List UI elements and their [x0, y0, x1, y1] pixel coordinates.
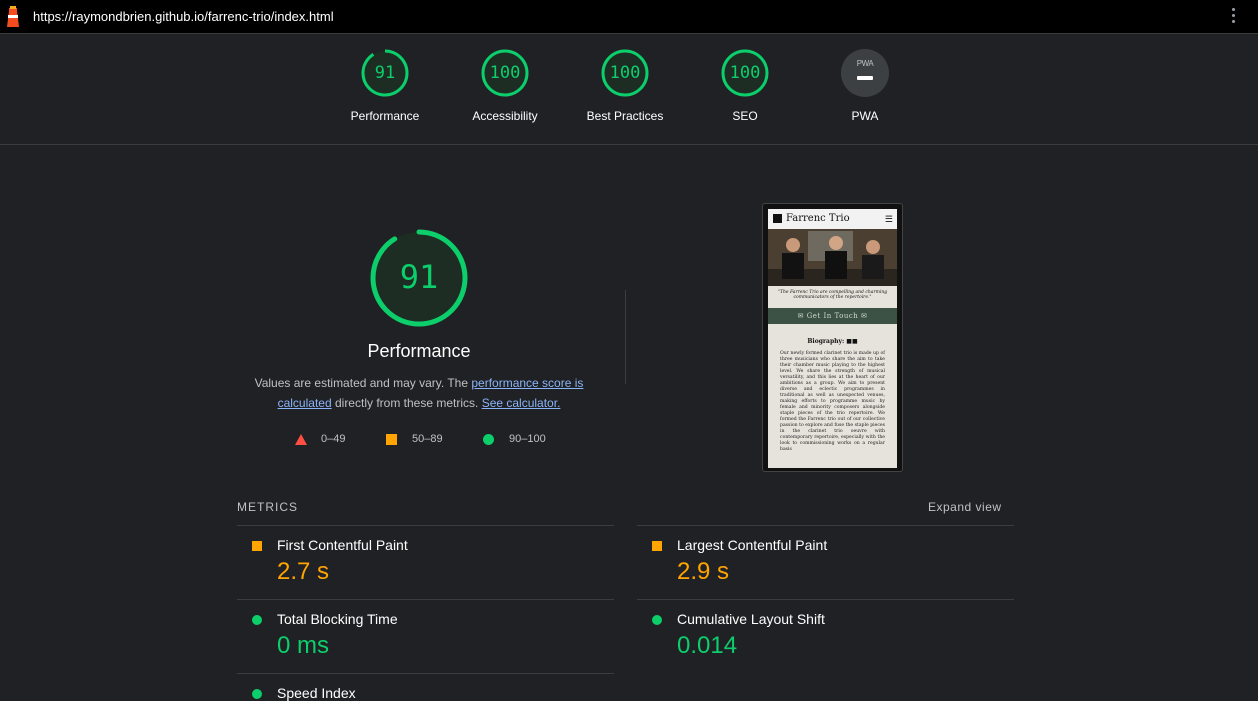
metrics-heading: METRICS — [237, 500, 298, 514]
lighthouse-logo-icon — [7, 6, 19, 27]
pass-circle-icon — [252, 615, 262, 625]
gauge-label: Accessibility — [472, 109, 538, 123]
metrics-divider — [237, 525, 614, 526]
metric-title-si: Speed Index — [277, 685, 356, 701]
gauge-label: PWA — [851, 109, 879, 123]
gauge-seo[interactable]: 100 SEO — [685, 49, 805, 123]
circle-icon — [483, 434, 494, 445]
legend-range: 50–89 — [412, 433, 443, 445]
performance-score: 91 — [399, 258, 439, 296]
pwa-badge-icon: PWA — [841, 49, 889, 97]
metric-value-tbt: 0 ms — [277, 632, 330, 659]
trio-photo — [768, 229, 897, 286]
preview-bio-title: Biography: ■■ — [807, 338, 858, 345]
triangle-icon — [295, 434, 307, 445]
metric-title-lcp: Largest Contentful Paint — [677, 537, 828, 553]
metric-value-lcp: 2.9 s — [677, 558, 730, 585]
gauge-score: 100 — [609, 63, 641, 83]
metrics-divider — [637, 599, 1014, 600]
pass-circle-icon — [252, 689, 262, 699]
pwa-badge-text: PWA — [856, 59, 874, 68]
square-icon — [386, 434, 397, 445]
gauge-label: Best Practices — [586, 109, 664, 123]
preview-navbar: Farrenc Trio ☰ — [768, 209, 897, 229]
metric-value-cls: 0.014 — [677, 632, 738, 659]
preview-contact-button: ✉ Get In Touch ✉ — [768, 308, 897, 324]
page-url[interactable]: https://raymondbrien.github.io/farrenc-t… — [33, 9, 334, 24]
gauge-best-practices[interactable]: 100 Best Practices — [565, 49, 685, 123]
preview-bio-text: Our newly formed clarinet trio is made u… — [780, 351, 885, 452]
gauge-score: 100 — [489, 63, 521, 83]
gauge-ring: 91 — [361, 49, 409, 97]
preview-brand: Farrenc Trio — [786, 213, 850, 224]
gauge-score: 91 — [374, 63, 396, 83]
expand-view-toggle[interactable]: Expand view — [928, 500, 1002, 514]
legend-range: 90–100 — [509, 433, 546, 445]
gauge-pwa[interactable]: PWA PWA — [805, 49, 925, 123]
gauge-label: Performance — [350, 109, 420, 123]
legend-range: 0–49 — [321, 433, 346, 445]
score-header: 91 Performance 100 Accessibility 100 Bes… — [0, 34, 1258, 145]
gauge-ring: 100 — [481, 49, 529, 97]
section-divider — [625, 290, 626, 384]
metrics-divider — [637, 525, 1014, 526]
metric-value-fcp: 2.7 s — [277, 558, 330, 585]
performance-description: Values are estimated and may vary. The p… — [254, 376, 584, 410]
performance-title: Performance — [367, 341, 471, 361]
metric-title-fcp: First Contentful Paint — [277, 537, 408, 553]
gauge-accessibility[interactable]: 100 Accessibility — [445, 49, 565, 123]
metrics-divider — [237, 673, 614, 674]
pwa-dash-icon — [857, 76, 873, 80]
url-bar: https://raymondbrien.github.io/farrenc-t… — [0, 0, 1258, 34]
metric-title-cls: Cumulative Layout Shift — [677, 611, 825, 627]
see-calculator-link[interactable]: See calculator. — [482, 396, 561, 410]
metric-title-tbt: Total Blocking Time — [277, 611, 398, 627]
gauge-label: SEO — [732, 109, 758, 123]
gauge-performance[interactable]: 91 Performance — [325, 49, 445, 123]
preview-quote: "The Farrenc Trio are compelling and cha… — [777, 290, 888, 300]
gauge-score: 100 — [729, 63, 761, 83]
metrics-divider — [237, 599, 614, 600]
average-square-icon — [652, 541, 662, 551]
preview-screen: Farrenc Trio ☰ "The Farrenc Trio are com… — [768, 209, 897, 468]
gauge-ring: 100 — [601, 49, 649, 97]
more-options-icon[interactable] — [1228, 8, 1238, 26]
pass-circle-icon — [652, 615, 662, 625]
average-square-icon — [252, 541, 262, 551]
gauge-ring: 100 — [721, 49, 769, 97]
preview-logo-icon — [773, 214, 782, 223]
hamburger-icon: ☰ — [884, 214, 893, 224]
page-screenshot-preview[interactable]: Farrenc Trio ☰ "The Farrenc Trio are com… — [762, 203, 903, 472]
